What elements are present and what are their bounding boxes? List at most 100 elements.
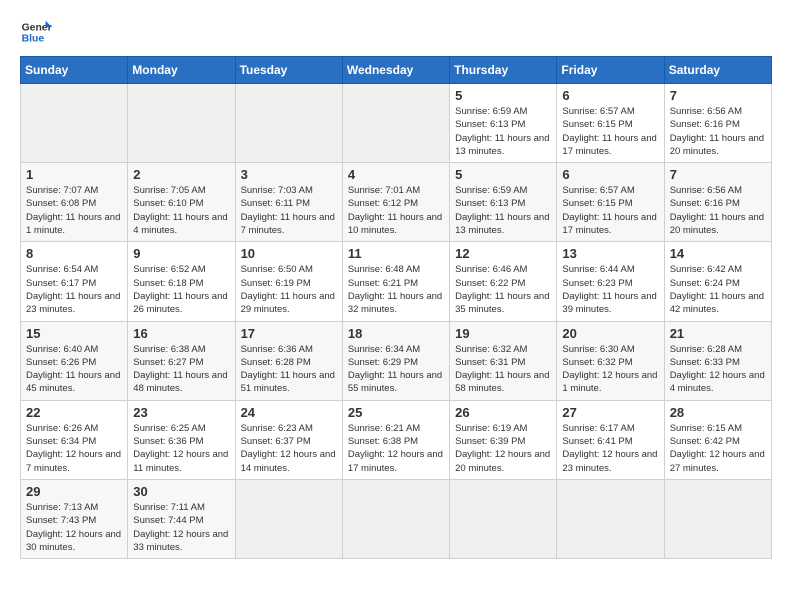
week-row-3: 15 Sunrise: 6:40 AMSunset: 6:26 PMDaylig… <box>21 321 772 400</box>
calendar-cell: 4 Sunrise: 7:01 AMSunset: 6:12 PMDayligh… <box>342 163 449 242</box>
day-number: 7 <box>670 88 766 103</box>
day-number: 8 <box>26 246 122 261</box>
calendar-cell: 5 Sunrise: 6:59 AMSunset: 6:13 PMDayligh… <box>450 84 557 163</box>
day-info: Sunrise: 6:42 AMSunset: 6:24 PMDaylight:… <box>670 264 764 315</box>
day-number: 10 <box>241 246 337 261</box>
calendar-cell: 6 Sunrise: 6:57 AMSunset: 6:15 PMDayligh… <box>557 84 664 163</box>
calendar-cell: 2 Sunrise: 7:05 AMSunset: 6:10 PMDayligh… <box>128 163 235 242</box>
day-number: 25 <box>348 405 444 420</box>
day-info: Sunrise: 6:26 AMSunset: 6:34 PMDaylight:… <box>26 423 121 474</box>
day-info: Sunrise: 6:59 AMSunset: 6:13 PMDaylight:… <box>455 185 549 236</box>
calendar-cell: 30 Sunrise: 7:11 AMSunset: 7:44 PMDaylig… <box>128 479 235 558</box>
page-container: General Blue SundayMondayTuesdayWednesda… <box>20 16 772 559</box>
day-info: Sunrise: 6:19 AMSunset: 6:39 PMDaylight:… <box>455 423 550 474</box>
day-number: 21 <box>670 326 766 341</box>
day-info: Sunrise: 7:13 AMSunset: 7:43 PMDaylight:… <box>26 502 121 553</box>
calendar-cell <box>450 479 557 558</box>
svg-text:Blue: Blue <box>22 34 45 45</box>
calendar-cell: 3 Sunrise: 7:03 AMSunset: 6:11 PMDayligh… <box>235 163 342 242</box>
day-number: 9 <box>133 246 229 261</box>
calendar-cell <box>664 479 771 558</box>
day-info: Sunrise: 6:32 AMSunset: 6:31 PMDaylight:… <box>455 344 549 395</box>
weekday-header-wednesday: Wednesday <box>342 57 449 84</box>
calendar-cell: 28 Sunrise: 6:15 AMSunset: 6:42 PMDaylig… <box>664 400 771 479</box>
calendar-cell: 14 Sunrise: 6:42 AMSunset: 6:24 PMDaylig… <box>664 242 771 321</box>
day-info: Sunrise: 6:40 AMSunset: 6:26 PMDaylight:… <box>26 344 120 395</box>
calendar-cell <box>342 84 449 163</box>
calendar-cell: 12 Sunrise: 6:46 AMSunset: 6:22 PMDaylig… <box>450 242 557 321</box>
week-row-4: 22 Sunrise: 6:26 AMSunset: 6:34 PMDaylig… <box>21 400 772 479</box>
day-number: 4 <box>348 167 444 182</box>
calendar-cell: 6 Sunrise: 6:57 AMSunset: 6:15 PMDayligh… <box>557 163 664 242</box>
week-row-0: 5 Sunrise: 6:59 AMSunset: 6:13 PMDayligh… <box>21 84 772 163</box>
day-number: 22 <box>26 405 122 420</box>
calendar-cell: 15 Sunrise: 6:40 AMSunset: 6:26 PMDaylig… <box>21 321 128 400</box>
day-info: Sunrise: 6:36 AMSunset: 6:28 PMDaylight:… <box>241 344 335 395</box>
calendar-cell: 7 Sunrise: 6:56 AMSunset: 6:16 PMDayligh… <box>664 163 771 242</box>
day-info: Sunrise: 7:01 AMSunset: 6:12 PMDaylight:… <box>348 185 442 236</box>
calendar-cell: 10 Sunrise: 6:50 AMSunset: 6:19 PMDaylig… <box>235 242 342 321</box>
calendar-cell: 29 Sunrise: 7:13 AMSunset: 7:43 PMDaylig… <box>21 479 128 558</box>
calendar-cell: 17 Sunrise: 6:36 AMSunset: 6:28 PMDaylig… <box>235 321 342 400</box>
calendar-cell: 11 Sunrise: 6:48 AMSunset: 6:21 PMDaylig… <box>342 242 449 321</box>
calendar-cell: 26 Sunrise: 6:19 AMSunset: 6:39 PMDaylig… <box>450 400 557 479</box>
weekday-header-monday: Monday <box>128 57 235 84</box>
day-number: 14 <box>670 246 766 261</box>
calendar-cell: 8 Sunrise: 6:54 AMSunset: 6:17 PMDayligh… <box>21 242 128 321</box>
day-number: 3 <box>241 167 337 182</box>
day-number: 28 <box>670 405 766 420</box>
day-number: 12 <box>455 246 551 261</box>
calendar-cell: 18 Sunrise: 6:34 AMSunset: 6:29 PMDaylig… <box>342 321 449 400</box>
day-info: Sunrise: 6:57 AMSunset: 6:15 PMDaylight:… <box>562 106 656 157</box>
calendar-cell <box>342 479 449 558</box>
day-info: Sunrise: 7:07 AMSunset: 6:08 PMDaylight:… <box>26 185 120 236</box>
day-info: Sunrise: 6:21 AMSunset: 6:38 PMDaylight:… <box>348 423 443 474</box>
header: General Blue <box>20 16 772 48</box>
day-info: Sunrise: 6:23 AMSunset: 6:37 PMDaylight:… <box>241 423 336 474</box>
day-number: 26 <box>455 405 551 420</box>
calendar-cell: 23 Sunrise: 6:25 AMSunset: 6:36 PMDaylig… <box>128 400 235 479</box>
day-info: Sunrise: 6:30 AMSunset: 6:32 PMDaylight:… <box>562 344 657 395</box>
weekday-header-saturday: Saturday <box>664 57 771 84</box>
calendar-cell: 9 Sunrise: 6:52 AMSunset: 6:18 PMDayligh… <box>128 242 235 321</box>
calendar-cell: 13 Sunrise: 6:44 AMSunset: 6:23 PMDaylig… <box>557 242 664 321</box>
day-info: Sunrise: 7:11 AMSunset: 7:44 PMDaylight:… <box>133 502 228 553</box>
day-number: 11 <box>348 246 444 261</box>
day-number: 5 <box>455 88 551 103</box>
weekday-header-sunday: Sunday <box>21 57 128 84</box>
day-info: Sunrise: 6:56 AMSunset: 6:16 PMDaylight:… <box>670 185 764 236</box>
calendar-cell <box>21 84 128 163</box>
calendar-cell: 5 Sunrise: 6:59 AMSunset: 6:13 PMDayligh… <box>450 163 557 242</box>
day-number: 13 <box>562 246 658 261</box>
logo: General Blue <box>20 16 52 48</box>
day-number: 19 <box>455 326 551 341</box>
day-number: 7 <box>670 167 766 182</box>
calendar-cell: 1 Sunrise: 7:07 AMSunset: 6:08 PMDayligh… <box>21 163 128 242</box>
day-number: 27 <box>562 405 658 420</box>
day-info: Sunrise: 6:59 AMSunset: 6:13 PMDaylight:… <box>455 106 549 157</box>
day-number: 17 <box>241 326 337 341</box>
day-number: 1 <box>26 167 122 182</box>
week-row-1: 1 Sunrise: 7:07 AMSunset: 6:08 PMDayligh… <box>21 163 772 242</box>
day-number: 23 <box>133 405 229 420</box>
weekday-header-row: SundayMondayTuesdayWednesdayThursdayFrid… <box>21 57 772 84</box>
day-info: Sunrise: 6:34 AMSunset: 6:29 PMDaylight:… <box>348 344 442 395</box>
day-info: Sunrise: 6:38 AMSunset: 6:27 PMDaylight:… <box>133 344 227 395</box>
calendar-cell <box>235 84 342 163</box>
day-info: Sunrise: 6:44 AMSunset: 6:23 PMDaylight:… <box>562 264 656 315</box>
week-row-5: 29 Sunrise: 7:13 AMSunset: 7:43 PMDaylig… <box>21 479 772 558</box>
day-number: 20 <box>562 326 658 341</box>
day-info: Sunrise: 6:46 AMSunset: 6:22 PMDaylight:… <box>455 264 549 315</box>
day-number: 2 <box>133 167 229 182</box>
day-info: Sunrise: 6:28 AMSunset: 6:33 PMDaylight:… <box>670 344 765 395</box>
day-number: 5 <box>455 167 551 182</box>
day-info: Sunrise: 7:03 AMSunset: 6:11 PMDaylight:… <box>241 185 335 236</box>
day-number: 16 <box>133 326 229 341</box>
day-info: Sunrise: 6:25 AMSunset: 6:36 PMDaylight:… <box>133 423 228 474</box>
weekday-header-thursday: Thursday <box>450 57 557 84</box>
weekday-header-tuesday: Tuesday <box>235 57 342 84</box>
day-info: Sunrise: 6:56 AMSunset: 6:16 PMDaylight:… <box>670 106 764 157</box>
day-number: 6 <box>562 88 658 103</box>
calendar-cell: 25 Sunrise: 6:21 AMSunset: 6:38 PMDaylig… <box>342 400 449 479</box>
day-info: Sunrise: 6:54 AMSunset: 6:17 PMDaylight:… <box>26 264 120 315</box>
